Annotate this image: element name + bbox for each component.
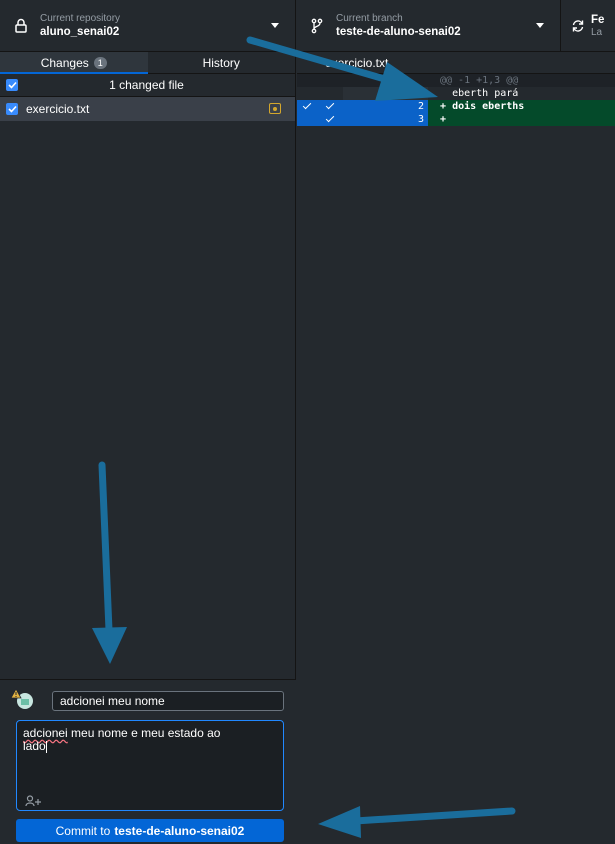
line-prefix: +: [440, 101, 447, 112]
new-line-number: 2: [398, 100, 428, 113]
checkmark-icon: [325, 100, 335, 110]
chevron-down-icon: [536, 23, 544, 28]
avatar: [10, 688, 36, 710]
branch-icon: [304, 18, 330, 34]
changed-files-header: 1 changed file: [0, 74, 295, 97]
description-line-1-rest: meu nome e meu estado ao: [67, 726, 221, 740]
fetch-button[interactable]: Fe La: [561, 0, 615, 52]
line-select-checkmark[interactable]: [320, 100, 343, 113]
file-name: exercicio.txt: [26, 102, 90, 116]
diff-line: 1 1 eberth pará: [297, 87, 615, 100]
toolbar: Current repository aluno_senai02 Current…: [0, 0, 615, 52]
commit-button-branch: teste-de-aluno-senai02: [114, 823, 245, 838]
line-text: eberth pará: [452, 88, 519, 99]
diff-hunk-header: @@ -1 +1,3 @@: [297, 74, 615, 87]
tab-changes[interactable]: Changes 1: [0, 52, 148, 74]
tab-history-label: History: [202, 55, 240, 70]
new-line-number: 3: [398, 113, 428, 126]
commit-panel: adcionei meu nome e meu estado ao lado C…: [0, 679, 296, 844]
file-list-item[interactable]: exercicio.txt: [0, 97, 295, 121]
commit-button-prefix: Commit to: [55, 823, 111, 838]
commit-description-field[interactable]: adcionei meu nome e meu estado ao lado: [16, 720, 284, 811]
github-desktop-window: Current repository aluno_senai02 Current…: [0, 0, 615, 844]
tab-history[interactable]: History: [148, 52, 296, 73]
repository-name: aluno_senai02: [40, 26, 120, 38]
tab-changes-label: Changes: [40, 55, 89, 70]
branch-label: Current branch: [336, 13, 403, 24]
old-line-number: 1: [343, 87, 398, 100]
checkmark-icon: [302, 100, 312, 110]
new-line-number: 1: [398, 87, 428, 100]
repository-selector[interactable]: Current repository aluno_senai02: [0, 0, 296, 52]
sidebar-tabs: Changes 1 History: [0, 52, 295, 74]
line-prefix: +: [440, 114, 447, 125]
add-coauthor-icon[interactable]: [25, 794, 43, 807]
hunk-select-area[interactable]: [297, 113, 320, 126]
checkmark-icon: [325, 113, 335, 123]
select-all-checkbox[interactable]: [6, 79, 18, 91]
repository-label: Current repository: [40, 13, 121, 24]
hunk-header-text: @@ -1 +1,3 @@: [440, 75, 519, 86]
fetch-label: Fe: [591, 14, 605, 26]
changes-sidebar: Changes 1 History 1 changed file exercic…: [0, 52, 296, 844]
diff-line-added[interactable]: 3 +: [297, 113, 615, 126]
changed-files-count: 1 changed file: [109, 78, 184, 92]
diff-view: @@ -1 +1,3 @@ 1 1 eberth pará 2 + dois e…: [297, 74, 615, 126]
changes-count-badge: 1: [93, 56, 107, 69]
commit-summary-input[interactable]: [52, 691, 284, 711]
old-line-number: [343, 100, 398, 113]
diff-file-header: exercicio.txt: [297, 52, 615, 74]
diff-file-name: exercicio.txt: [325, 55, 389, 70]
text-cursor: [45, 740, 47, 753]
old-line-number: [343, 113, 398, 126]
hunk-select-checkmark[interactable]: [297, 100, 320, 113]
line-select-checkmark[interactable]: [320, 113, 343, 126]
fetch-sub-label: La: [591, 27, 603, 38]
branch-name: teste-de-aluno-senai02: [336, 26, 461, 38]
lock-icon: [8, 18, 34, 34]
diff-line-added[interactable]: 2 + dois eberths: [297, 100, 615, 113]
sync-icon: [569, 19, 587, 33]
line-prefix: [440, 88, 446, 99]
file-checkbox[interactable]: [6, 103, 18, 115]
chevron-down-icon: [271, 23, 279, 28]
commit-button[interactable]: Commit to teste-de-aluno-senai02: [16, 819, 284, 842]
line-text: dois eberths: [452, 101, 525, 112]
file-modified-icon: [269, 103, 281, 114]
branch-selector[interactable]: Current branch teste-de-aluno-senai02: [296, 0, 561, 52]
diff-panel: exercicio.txt @@ -1 +1,3 @@ 1 1 eberth p…: [297, 52, 615, 844]
misspelled-word: adcionei: [23, 726, 68, 740]
commit-description-text: adcionei meu nome e meu estado ao lado: [23, 727, 273, 753]
description-line-2: lado: [23, 739, 46, 753]
